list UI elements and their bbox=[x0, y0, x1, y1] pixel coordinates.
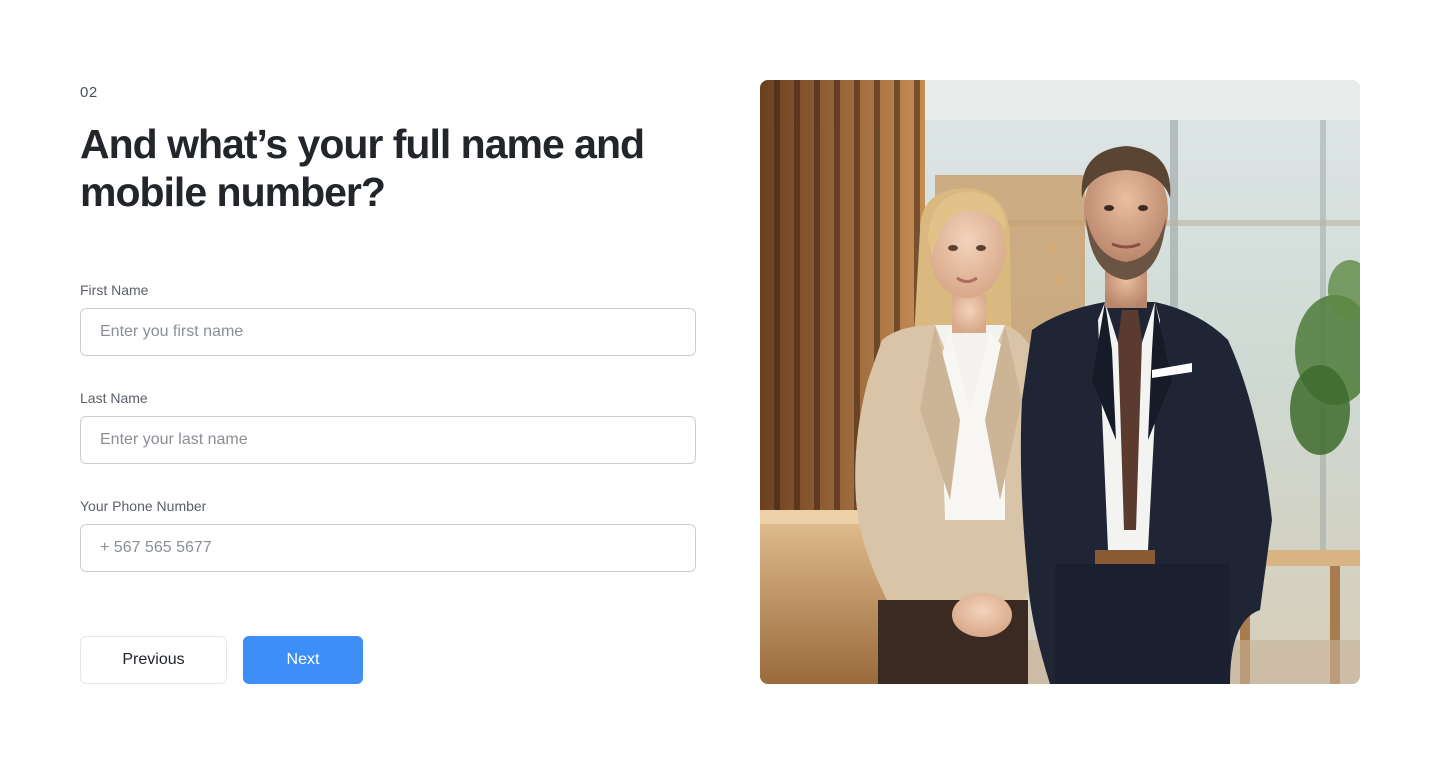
last-name-label: Last Name bbox=[80, 390, 148, 406]
step-number: 02 bbox=[80, 84, 98, 101]
phone-number-label: Your Phone Number bbox=[80, 498, 207, 514]
page-title: And what’s your full name and mobile num… bbox=[80, 121, 645, 215]
first-name-label: First Name bbox=[80, 282, 149, 298]
previous-button[interactable]: Previous bbox=[80, 636, 227, 684]
last-name-field[interactable] bbox=[80, 416, 696, 464]
next-button[interactable]: Next bbox=[243, 636, 363, 684]
business-people-illustration bbox=[760, 80, 1360, 684]
phone-number-field[interactable] bbox=[80, 524, 696, 572]
first-name-field[interactable] bbox=[80, 308, 696, 356]
hero-photo bbox=[760, 80, 1360, 684]
